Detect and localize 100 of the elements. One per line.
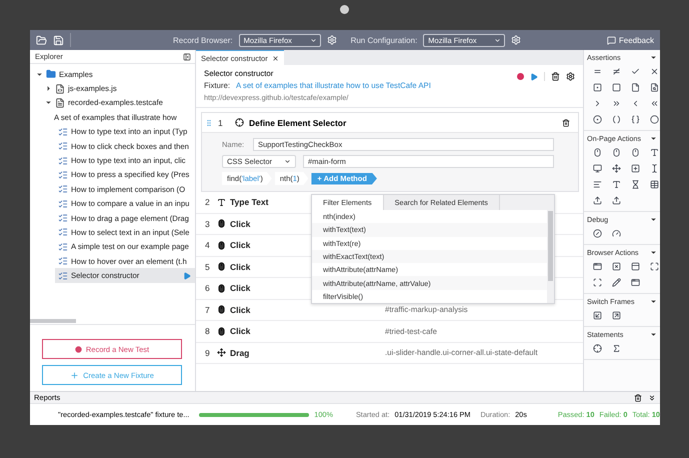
square-plus-icon[interactable] — [630, 164, 640, 173]
save-icon[interactable] — [53, 34, 64, 46]
upload-icon[interactable] — [592, 196, 602, 205]
upload-icon[interactable] — [612, 196, 620, 205]
square-icon[interactable] — [612, 83, 620, 92]
test-icon — [58, 184, 68, 194]
delete-icon[interactable] — [551, 72, 560, 81]
square-x-icon[interactable] — [612, 262, 620, 271]
caret-icon[interactable] — [650, 54, 657, 61]
move-icon[interactable] — [612, 164, 620, 173]
mouse-icon — [217, 240, 226, 250]
scan-icon[interactable] — [592, 278, 602, 287]
caret-icon[interactable] — [650, 135, 657, 142]
scrollbar-thumb[interactable] — [548, 211, 553, 281]
close-icon[interactable] — [272, 54, 279, 62]
x-icon[interactable] — [650, 67, 658, 76]
step-number: 2 — [205, 197, 211, 208]
dropdown-caret-icon — [310, 36, 317, 44]
step-title: Define Element Selector — [249, 118, 346, 128]
file-icon — [55, 84, 65, 94]
test-icon — [58, 270, 68, 281]
collapse-icon[interactable] — [36, 70, 43, 78]
collapse-panel-icon[interactable] — [183, 52, 191, 60]
check-icon[interactable] — [630, 67, 640, 76]
parentheses-icon[interactable] — [612, 115, 620, 124]
folder-icon[interactable] — [36, 34, 47, 46]
step-name[interactable]: Drag — [230, 348, 385, 358]
step-number: 9 — [205, 348, 211, 358]
step-number: 3 — [205, 218, 211, 229]
caret-icon[interactable] — [650, 298, 657, 305]
frame-out-icon[interactable] — [612, 311, 620, 320]
record-icon[interactable] — [517, 73, 524, 80]
step-name[interactable]: Click — [230, 304, 385, 315]
text-box-icon[interactable] — [612, 180, 620, 189]
table-icon[interactable] — [650, 180, 658, 189]
not-equal-icon[interactable] — [612, 67, 620, 76]
test-icon — [58, 198, 68, 209]
text-cursor-icon[interactable] — [650, 164, 658, 173]
step-number: 6 — [205, 283, 211, 294]
window-icon[interactable] — [592, 262, 602, 271]
caret-icon[interactable] — [650, 331, 657, 338]
text-icon — [217, 198, 226, 207]
crosshair-icon[interactable] — [592, 344, 602, 353]
delete-icon[interactable] — [562, 118, 570, 126]
mouse-icon[interactable] — [612, 148, 620, 157]
circle-icon[interactable] — [650, 115, 658, 124]
feedback-button[interactable]: Feedback — [606, 36, 654, 44]
mouse-icon[interactable] — [592, 148, 602, 157]
caret-icon[interactable] — [650, 249, 657, 256]
sigma-icon[interactable] — [612, 344, 620, 353]
pencil-icon[interactable] — [612, 278, 620, 287]
expand-icon[interactable] — [45, 85, 52, 92]
run-icon[interactable] — [530, 72, 538, 80]
folder-icon — [46, 69, 56, 80]
braces-icon[interactable] — [630, 115, 640, 124]
caret-icon[interactable] — [650, 216, 657, 223]
window-icon[interactable] — [630, 278, 640, 287]
gauge-icon[interactable] — [612, 229, 620, 238]
file-icon — [55, 98, 65, 108]
step-number: 1 — [218, 118, 224, 128]
message-icon — [606, 36, 616, 44]
mouse-icon[interactable] — [630, 148, 640, 157]
test-icon — [58, 126, 68, 137]
collapse-icon[interactable] — [648, 394, 656, 402]
maximize-icon[interactable] — [650, 262, 658, 271]
settings-icon[interactable] — [566, 72, 575, 81]
drag-handle-icon[interactable] — [205, 118, 213, 126]
step-name[interactable]: Click — [230, 326, 385, 336]
text-icon[interactable] — [650, 148, 658, 157]
move-icon — [217, 348, 226, 358]
step-number: 4 — [205, 240, 211, 250]
camera-dot — [340, 5, 349, 14]
circle-slash-icon[interactable] — [592, 229, 602, 238]
test-icon — [58, 227, 68, 238]
collapse-icon[interactable] — [45, 99, 52, 106]
delete-icon[interactable] — [634, 394, 642, 402]
file-search-icon[interactable] — [650, 83, 658, 92]
step-number: 5 — [205, 262, 211, 272]
panel-icon[interactable] — [630, 262, 640, 271]
step-number: 7 — [205, 304, 211, 315]
mouse-icon — [217, 305, 226, 314]
test-icon — [58, 156, 68, 166]
record-dot-icon — [74, 346, 82, 352]
test-icon — [58, 170, 68, 180]
align-left-icon[interactable] — [592, 180, 602, 189]
hourglass-icon[interactable] — [630, 180, 640, 189]
run-configuration-label: Run Configuration: — [350, 36, 418, 44]
test-icon — [58, 256, 68, 266]
crosshair-icon — [235, 118, 244, 127]
dropdown-caret-icon — [284, 158, 291, 165]
run-icon[interactable] — [183, 272, 191, 280]
step-number: 8 — [205, 326, 211, 336]
file-icon[interactable] — [630, 83, 640, 92]
frame-in-icon[interactable] — [592, 311, 602, 320]
plus-icon — [70, 370, 80, 380]
circle-dot-icon[interactable] — [592, 115, 602, 124]
mouse-icon — [217, 326, 226, 336]
equals-icon[interactable] — [592, 67, 602, 76]
monitor-icon[interactable] — [592, 164, 602, 173]
test-icon — [58, 213, 68, 224]
